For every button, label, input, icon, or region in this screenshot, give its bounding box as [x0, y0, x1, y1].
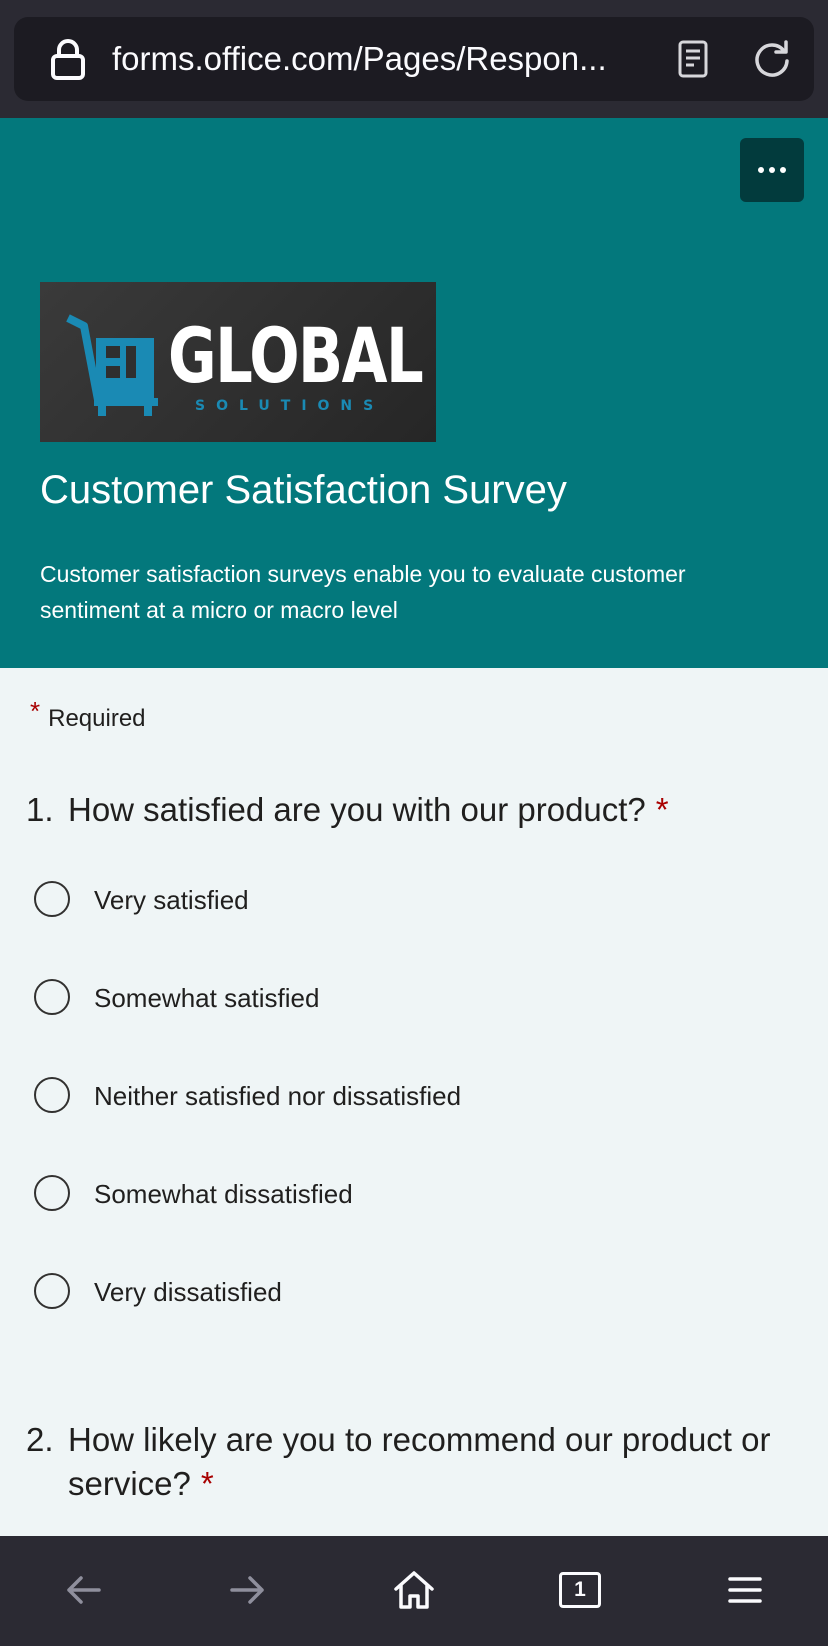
more-options-button[interactable] [740, 138, 804, 202]
forward-arrow-icon [230, 1576, 264, 1604]
required-star: * [30, 696, 41, 726]
tab-count: 1 [574, 1578, 586, 1601]
option-very-satisfied[interactable]: Very satisfied [34, 880, 794, 924]
question-number: 1. [26, 791, 54, 828]
hamburger-menu-icon [728, 1577, 762, 1603]
back-button[interactable] [55, 1562, 111, 1618]
question-1: 1. How satisfied are you with our produc… [26, 788, 806, 838]
option-somewhat-dissatisfied[interactable]: Somewhat dissatisfied [34, 1174, 794, 1218]
browser-bottom-bar: 1 [0, 1536, 828, 1646]
option-label[interactable]: Neither satisfied nor dissatisfied [94, 1076, 461, 1116]
question-text: How likely are you to recommend our prod… [68, 1421, 771, 1502]
radio-button[interactable] [34, 881, 70, 917]
option-label[interactable]: Somewhat dissatisfied [94, 1174, 353, 1214]
form-description: Customer satisfaction surveys enable you… [40, 561, 686, 623]
question-2: 2. How likely are you to recommend our p… [26, 1418, 806, 1518]
home-icon [394, 1571, 434, 1609]
browser-toolbar: forms.office.com/Pages/Respon... [0, 0, 828, 118]
option-label[interactable]: Somewhat satisfied [94, 978, 319, 1018]
logo-brand-text: GLOBAL [168, 311, 424, 400]
required-label: Required [48, 705, 146, 732]
back-arrow-icon [67, 1576, 101, 1604]
question-text: How satisfied are you with our product? * [68, 791, 669, 828]
option-very-dissatisfied[interactable]: Very dissatisfied [34, 1272, 794, 1316]
company-logo: GLOBAL SOLUTIONS [40, 282, 436, 442]
form-page: GLOBAL SOLUTIONS Customer Satisfaction S… [0, 118, 828, 1536]
option-label[interactable]: Very dissatisfied [94, 1272, 282, 1312]
option-somewhat-satisfied[interactable]: Somewhat satisfied [34, 978, 794, 1022]
form-title: Customer Satisfaction Survey [40, 468, 567, 512]
radio-button[interactable] [34, 979, 70, 1015]
logo-tagline-text: SOLUTIONS [195, 398, 385, 414]
radio-button[interactable] [34, 1273, 70, 1309]
lock-icon[interactable] [48, 38, 88, 80]
form-header: GLOBAL SOLUTIONS Customer Satisfaction S… [0, 118, 828, 668]
forward-button[interactable] [220, 1562, 276, 1618]
tabs-button[interactable]: 1 [552, 1562, 608, 1618]
option-neither[interactable]: Neither satisfied nor dissatisfied [34, 1076, 794, 1120]
more-options-icon [758, 167, 764, 173]
reader-mode-icon[interactable] [674, 39, 714, 79]
tabs-icon: 1 [559, 1572, 601, 1608]
radio-button[interactable] [34, 1077, 70, 1113]
option-label[interactable]: Very satisfied [94, 880, 249, 920]
question-number: 2. [26, 1421, 54, 1458]
required-legend: * Required [30, 696, 146, 733]
url-text[interactable]: forms.office.com/Pages/Respon... [112, 37, 642, 81]
radio-button[interactable] [34, 1175, 70, 1211]
url-bar[interactable]: forms.office.com/Pages/Respon... [14, 17, 814, 101]
required-star: * [200, 1465, 214, 1502]
home-button[interactable] [386, 1562, 442, 1618]
reload-icon[interactable] [750, 37, 794, 81]
required-star: * [655, 791, 669, 828]
menu-button[interactable] [717, 1562, 773, 1618]
